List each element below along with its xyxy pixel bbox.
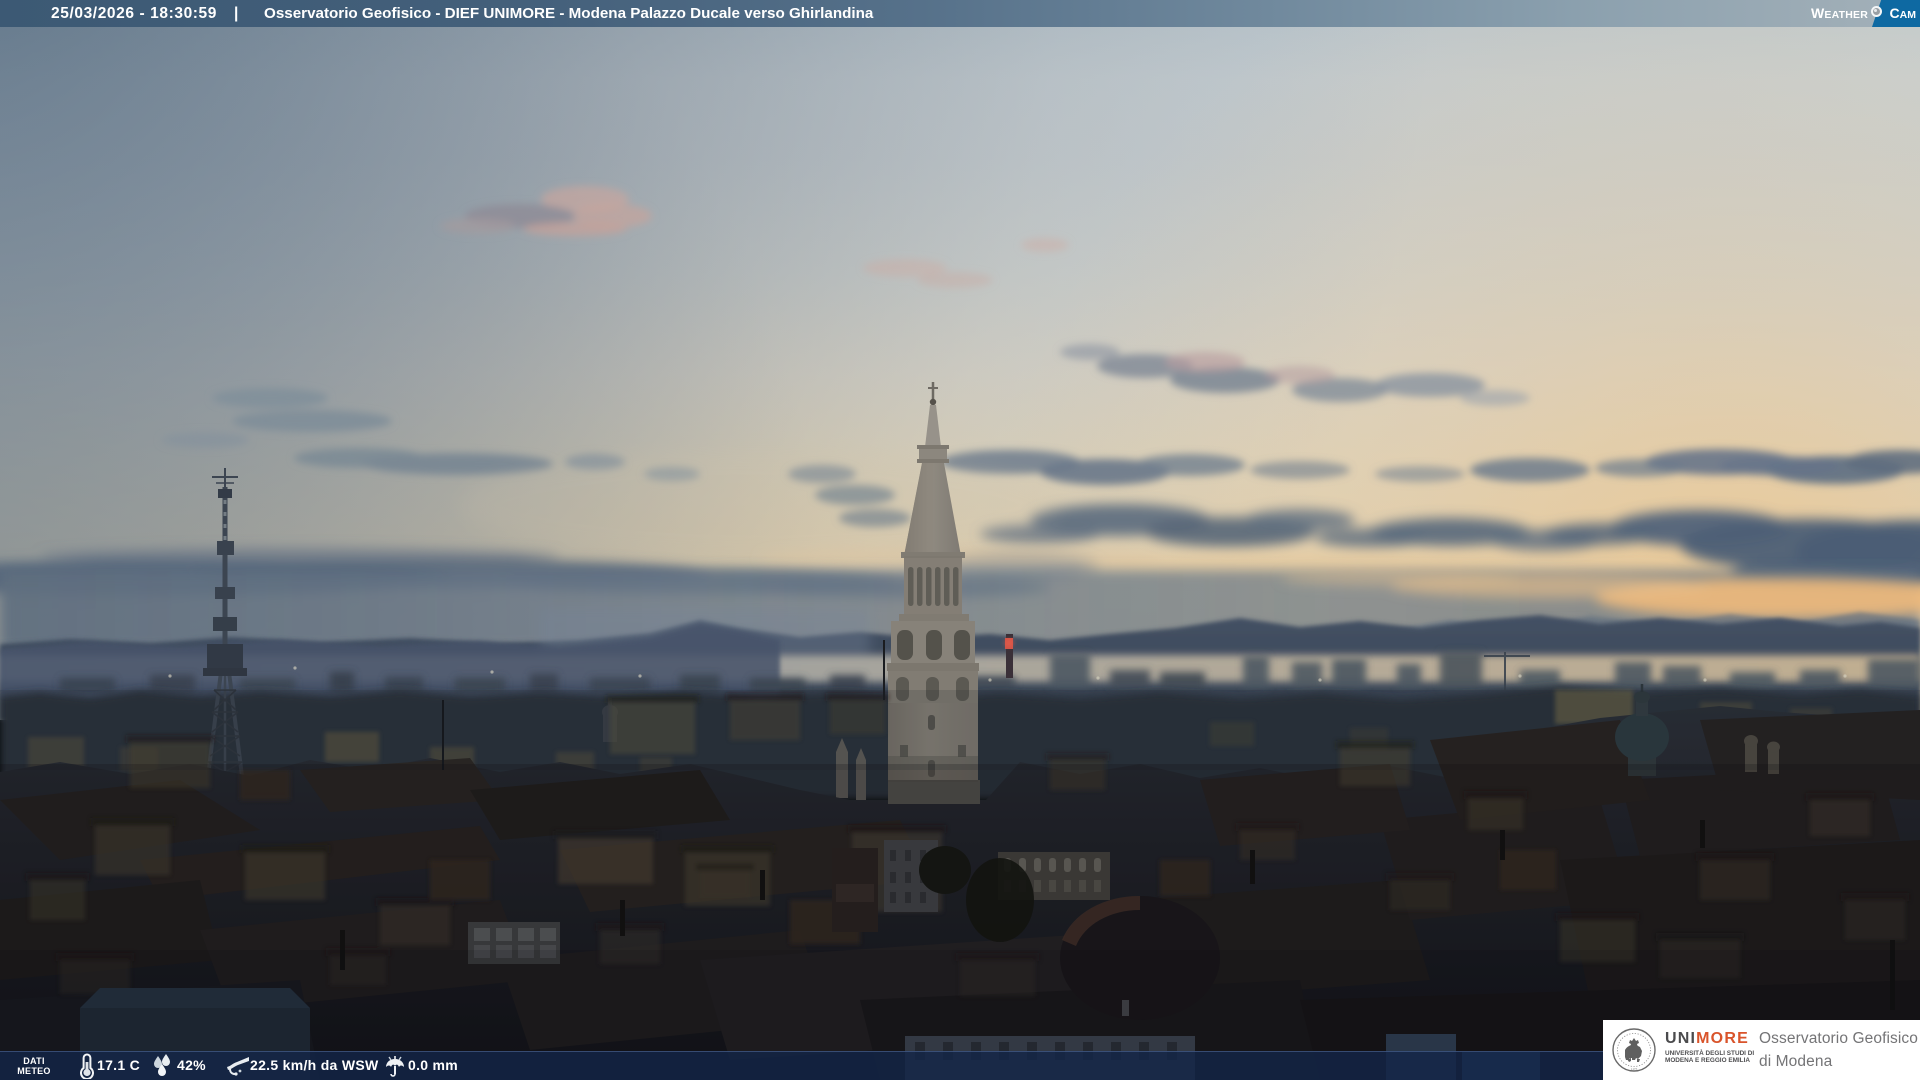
svg-text:1175: 1175 xyxy=(1631,1067,1638,1071)
